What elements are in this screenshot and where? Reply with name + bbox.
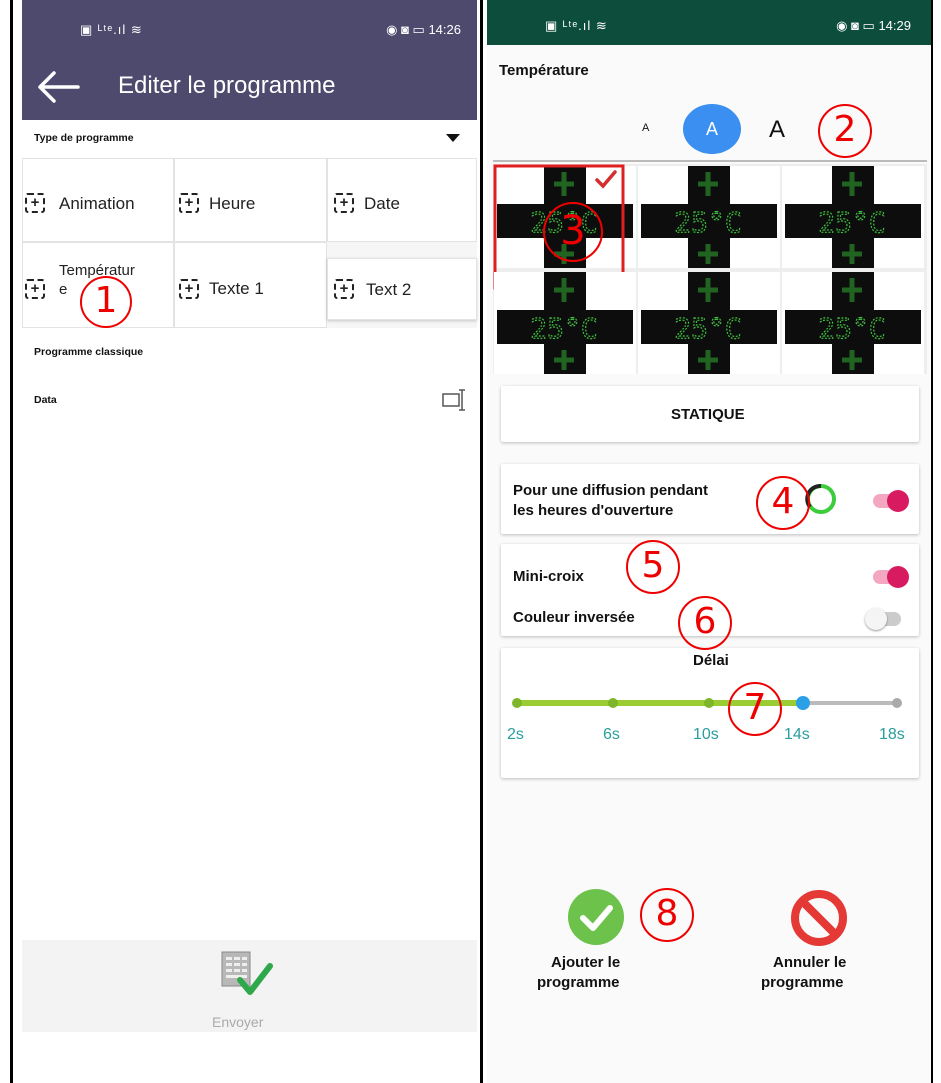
status-left: ▣ ᴸᵗᵉ.ıl ≋ — [80, 22, 143, 37]
divider — [493, 160, 927, 162]
tick-label-18s: 18s — [879, 726, 905, 743]
forbidden-icon — [791, 890, 847, 946]
cancel-program-line1: Annuler le — [773, 954, 847, 971]
page-title: Température — [499, 62, 589, 79]
grid-item-label: Animation — [59, 194, 135, 213]
cancel-program-line2: programme — [761, 974, 844, 991]
send-keyboard-icon — [221, 951, 273, 995]
dropdown-triangle-icon — [446, 134, 460, 142]
tick-label-10s: 10s — [693, 726, 719, 743]
font-size-medium-selected[interactable]: A — [683, 104, 741, 154]
add-program-line1: Ajouter le — [551, 954, 621, 971]
annotation-2: 2 — [818, 104, 872, 158]
frame-middle-divider — [480, 0, 483, 1083]
slider-thumb[interactable] — [796, 696, 810, 710]
add-program-button[interactable]: Ajouter le programme — [537, 888, 657, 998]
status-right: ◉ ◙ ▭ 14:26 — [386, 22, 461, 37]
plus-dashed-icon: + — [25, 193, 45, 213]
plus-dashed-icon: + — [334, 193, 354, 213]
slider-tick-dot — [608, 698, 618, 708]
grid-item-label: Texte 1 — [209, 279, 264, 298]
style-tile-4[interactable]: 25°C — [494, 272, 636, 374]
font-size-large[interactable]: A — [769, 116, 785, 144]
annotation-7: 7 — [728, 682, 782, 736]
annotation-3: 3 — [543, 202, 603, 262]
data-label: Data — [34, 394, 57, 406]
toggle-knob — [887, 566, 909, 588]
opening-hours-line1: Pour une diffusion pendant — [513, 482, 708, 499]
tick-label-6s: 6s — [603, 726, 620, 743]
tile-led-text: 25°C — [530, 312, 597, 345]
left-screen: ▣ ᴸᵗᵉ.ıl ≋ ◉ ◙ ▭ 14:26 Editer le program… — [22, 0, 477, 1083]
annotation-8: 8 — [640, 888, 694, 942]
opening-hours-line2: les heures d'ouverture — [513, 502, 674, 519]
app-bar: Editer le programme — [22, 56, 477, 120]
tile-led-text: 25°C — [818, 206, 885, 239]
mini-croix-toggle[interactable] — [873, 566, 909, 588]
grid-item-label: Date — [364, 194, 400, 213]
program-type-dropdown[interactable]: Type de programme — [22, 120, 477, 158]
page-title: Editer le programme — [118, 72, 336, 99]
mini-croix-label: Mini-croix — [513, 568, 584, 585]
style-tile-6[interactable]: 25°C — [782, 272, 924, 374]
back-arrow-icon[interactable] — [36, 70, 80, 104]
grid-item-texte-1[interactable]: + Texte 1 — [174, 242, 327, 328]
mode-button[interactable]: STATIQUE — [501, 386, 919, 442]
tick-label-14s: 14s — [784, 726, 810, 743]
delay-card: Délai — [501, 648, 919, 778]
grid-item-date[interactable]: + Date — [327, 158, 477, 242]
style-grid: 25°C 25°C 25°C 25°C 25°C 25°C — [493, 164, 927, 374]
grid-item-label: Text 2 — [366, 280, 412, 299]
tile-led-text: 25°C — [674, 312, 741, 345]
grid-item-heure[interactable]: + Heure — [174, 158, 327, 242]
annotation-6: 6 — [678, 596, 732, 650]
toggle-knob — [865, 608, 887, 630]
status-bar: ▣ ᴸᵗᵉ.ıl ≋ ◉ ◙ ▭ 14:29 — [487, 0, 931, 45]
style-tile-5[interactable]: 25°C — [638, 272, 780, 374]
tile-led-text: 25°C — [674, 206, 741, 239]
toggle-knob — [887, 490, 909, 512]
plus-dashed-icon: + — [179, 193, 199, 213]
slider-tick-dot — [704, 698, 714, 708]
program-type-label: Type de programme — [34, 132, 134, 144]
status-bar: ▣ ᴸᵗᵉ.ıl ≋ ◉ ◙ ▭ 14:26 — [22, 0, 477, 56]
tile-led-text: 25°C — [818, 312, 885, 345]
inverted-color-toggle[interactable] — [865, 608, 901, 630]
right-screen: ▣ ᴸᵗᵉ.ıl ≋ ◉ ◙ ▭ 14:29 Température A A A… — [487, 0, 931, 1083]
opening-hours-toggle[interactable] — [873, 490, 909, 512]
status-left: ▣ ᴸᵗᵉ.ıl ≋ — [545, 18, 608, 33]
plus-dashed-icon: + — [25, 279, 45, 299]
check-icon — [568, 889, 624, 945]
status-right: ◉ ◙ ▭ 14:29 — [836, 18, 911, 33]
grid-item-label: Heure — [209, 194, 256, 213]
annotation-1: 1 — [80, 276, 132, 328]
slider-tick-dot — [892, 698, 902, 708]
edit-field-icon[interactable] — [442, 388, 472, 412]
frame-left-border — [10, 0, 13, 1083]
opening-hours-card: Pour une diffusion pendant les heures d'… — [501, 464, 919, 534]
grid-item-animation[interactable]: + Animation — [22, 158, 174, 242]
annotation-5: 5 — [626, 540, 680, 594]
font-size-small[interactable]: A — [642, 122, 649, 134]
delay-label: Délai — [693, 652, 729, 669]
annotation-4: 4 — [756, 476, 810, 530]
plus-dashed-icon: + — [334, 279, 354, 299]
style-tile-3[interactable]: 25°C — [782, 166, 924, 268]
send-label: Envoyer — [212, 1014, 264, 1030]
tiles-svg: 25°C 25°C 25°C25°C 25°C 25°C — [493, 164, 924, 374]
tick-label-2s: 2s — [507, 726, 524, 743]
send-button[interactable] — [218, 948, 284, 1008]
inverted-color-label: Couleur inversée — [513, 609, 635, 626]
style-tile-2[interactable]: 25°C — [638, 166, 780, 268]
bottom-send-bar: Envoyer — [22, 940, 477, 1032]
plus-dashed-icon: + — [179, 279, 199, 299]
mode-button-label: STATIQUE — [671, 406, 745, 423]
classic-program-label: Programme classique — [34, 346, 144, 358]
grid-item-text-2[interactable]: + Text 2 — [327, 258, 477, 320]
add-program-line2: programme — [537, 974, 620, 991]
slider-tick-dot — [512, 698, 522, 708]
cancel-program-button[interactable]: Annuler le programme — [755, 888, 885, 998]
